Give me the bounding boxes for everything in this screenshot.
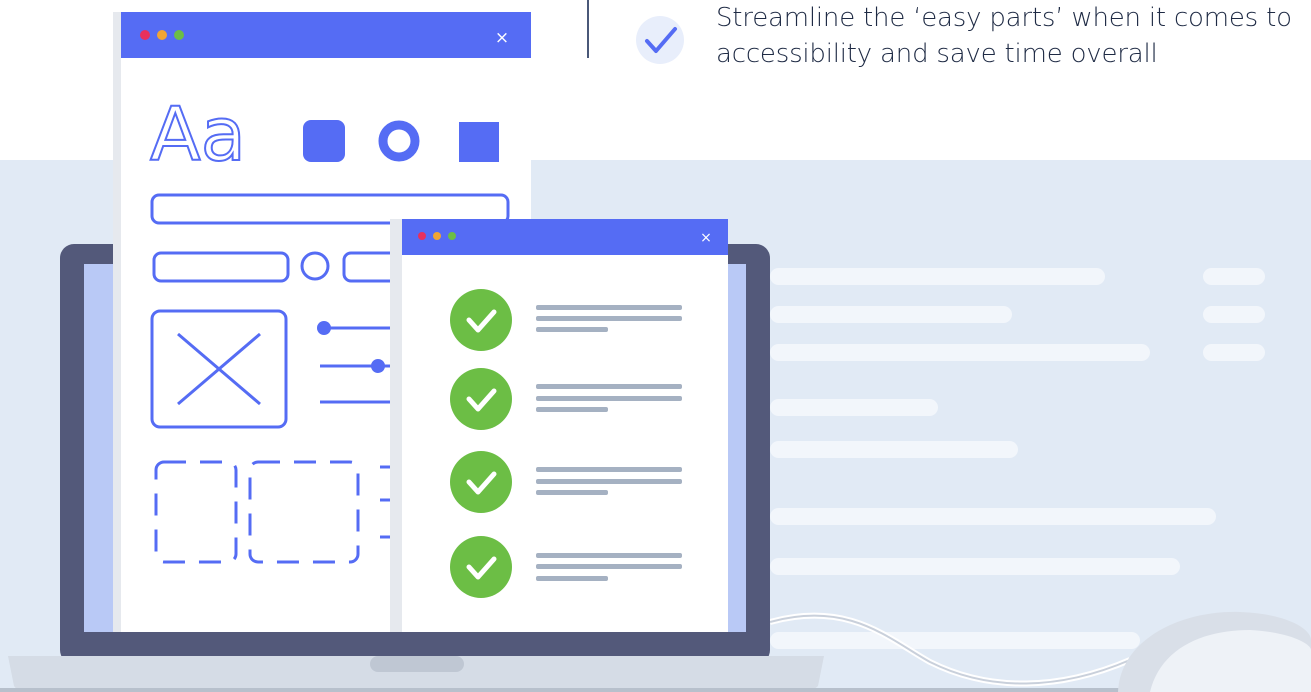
computer-mouse (1118, 611, 1311, 692)
close-icon: × (495, 28, 509, 48)
checklist-window: × (390, 219, 728, 632)
close-icon: × (700, 230, 712, 246)
font-sample-text: Aa (150, 92, 246, 178)
laptop-illustration: × Aa × (0, 12, 1311, 692)
